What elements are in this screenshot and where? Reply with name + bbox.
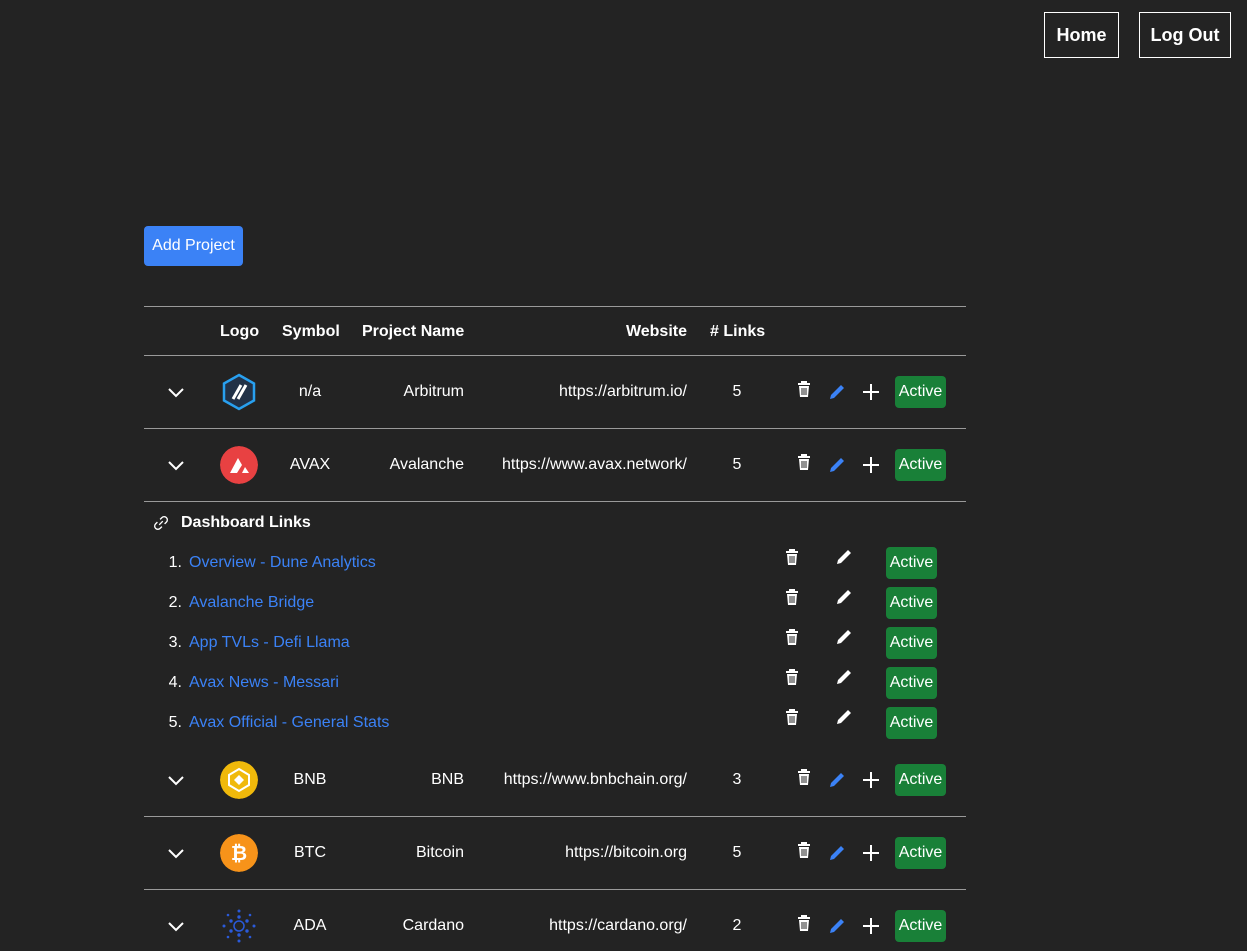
status-badge[interactable]: Active: [895, 764, 946, 796]
status-badge[interactable]: Active: [886, 587, 937, 619]
link-number: 4.: [168, 674, 182, 691]
pencil-icon[interactable]: [827, 916, 847, 936]
dashboard-links-title: Dashboard Links: [181, 514, 311, 531]
pencil-icon[interactable]: [827, 843, 847, 863]
dashboard-link[interactable]: Overview - Dune Analytics: [189, 554, 376, 572]
row-project-name: Avalanche: [389, 456, 464, 473]
chevron-down-icon[interactable]: [166, 382, 186, 402]
dashboard-link[interactable]: App TVLs - Defi Llama: [189, 634, 350, 652]
link-number: 1.: [168, 554, 182, 571]
row-website: https://www.bnbchain.org/: [503, 771, 687, 788]
status-badge[interactable]: Active: [886, 667, 937, 699]
trash-icon[interactable]: [782, 587, 802, 607]
pencil-icon[interactable]: [834, 627, 854, 647]
cardano-logo: [222, 909, 256, 943]
pencil-icon[interactable]: [834, 547, 854, 567]
row-symbol: n/a: [298, 383, 322, 400]
trash-icon[interactable]: [794, 840, 814, 860]
pencil-icon[interactable]: [834, 667, 854, 687]
divider: [144, 816, 966, 817]
trash-icon[interactable]: [794, 379, 814, 399]
row-symbol: BNB: [293, 771, 327, 788]
add-project-button[interactable]: Add Project: [144, 226, 243, 266]
row-project-name: Cardano: [402, 917, 464, 934]
dashboard-link[interactable]: Avalanche Bridge: [189, 594, 314, 612]
row-links-count: 5: [732, 456, 742, 473]
row-project-name: Arbitrum: [403, 383, 464, 400]
status-badge[interactable]: Active: [886, 547, 937, 579]
svg-text:₿: ₿: [231, 843, 247, 865]
divider: [144, 428, 966, 429]
pencil-icon[interactable]: [827, 455, 847, 475]
row-symbol: BTC: [294, 844, 326, 861]
header-project-name: Project Name: [362, 323, 465, 340]
plus-icon[interactable]: [861, 455, 881, 475]
pencil-icon[interactable]: [834, 707, 854, 727]
chevron-down-icon[interactable]: [166, 843, 186, 863]
divider: [144, 306, 966, 307]
divider: [144, 889, 966, 890]
trash-icon[interactable]: [794, 452, 814, 472]
plus-icon[interactable]: [861, 916, 881, 936]
header-symbol: Symbol: [282, 323, 340, 340]
header-links: # Links: [710, 323, 766, 340]
trash-icon[interactable]: [782, 547, 802, 567]
chevron-down-icon[interactable]: [166, 770, 186, 790]
dashboard-link[interactable]: Avax News - Messari: [189, 674, 339, 692]
avalanche-logo: [220, 446, 258, 484]
link-number: 3.: [168, 634, 182, 651]
pencil-icon[interactable]: [827, 382, 847, 402]
row-links-count: 5: [732, 844, 742, 861]
row-links-count: 5: [732, 383, 742, 400]
chevron-down-icon[interactable]: [166, 916, 186, 936]
trash-icon[interactable]: [782, 707, 802, 727]
pencil-icon[interactable]: [834, 587, 854, 607]
row-website: https://arbitrum.io/: [558, 383, 687, 400]
row-website: https://bitcoin.org: [565, 844, 687, 861]
status-badge[interactable]: Active: [886, 627, 937, 659]
row-website: https://www.avax.network/: [502, 456, 687, 473]
row-website: https://cardano.org/: [549, 917, 687, 934]
trash-icon[interactable]: [782, 667, 802, 687]
row-project-name: BNB: [431, 771, 464, 788]
trash-icon[interactable]: [794, 767, 814, 787]
divider: [144, 501, 966, 502]
plus-icon[interactable]: [861, 382, 881, 402]
trash-icon[interactable]: [782, 627, 802, 647]
link-number: 5.: [168, 714, 182, 731]
header-website: Website: [625, 323, 687, 340]
status-badge[interactable]: Active: [886, 707, 937, 739]
divider: [144, 355, 966, 356]
status-badge[interactable]: Active: [895, 837, 946, 869]
chevron-down-icon[interactable]: [166, 455, 186, 475]
plus-icon[interactable]: [861, 770, 881, 790]
bnb-logo: [220, 761, 258, 799]
dashboard-link[interactable]: Avax Official - General Stats: [189, 714, 389, 732]
link-icon: [154, 516, 168, 530]
plus-icon[interactable]: [861, 843, 881, 863]
row-symbol: AVAX: [289, 456, 331, 473]
header-logo: Logo: [220, 323, 260, 340]
status-badge[interactable]: Active: [895, 449, 946, 481]
status-badge[interactable]: Active: [895, 376, 946, 408]
home-button[interactable]: Home: [1044, 12, 1119, 58]
row-links-count: 3: [732, 771, 742, 788]
logout-button[interactable]: Log Out: [1139, 12, 1231, 58]
trash-icon[interactable]: [794, 913, 814, 933]
link-number: 2.: [168, 594, 182, 611]
arbitrum-logo: [222, 373, 256, 411]
row-links-count: 2: [732, 917, 742, 934]
pencil-icon[interactable]: [827, 770, 847, 790]
row-project-name: Bitcoin: [415, 844, 464, 861]
bitcoin-logo: ₿: [220, 834, 258, 872]
status-badge[interactable]: Active: [895, 910, 946, 942]
row-symbol: ADA: [293, 917, 327, 934]
